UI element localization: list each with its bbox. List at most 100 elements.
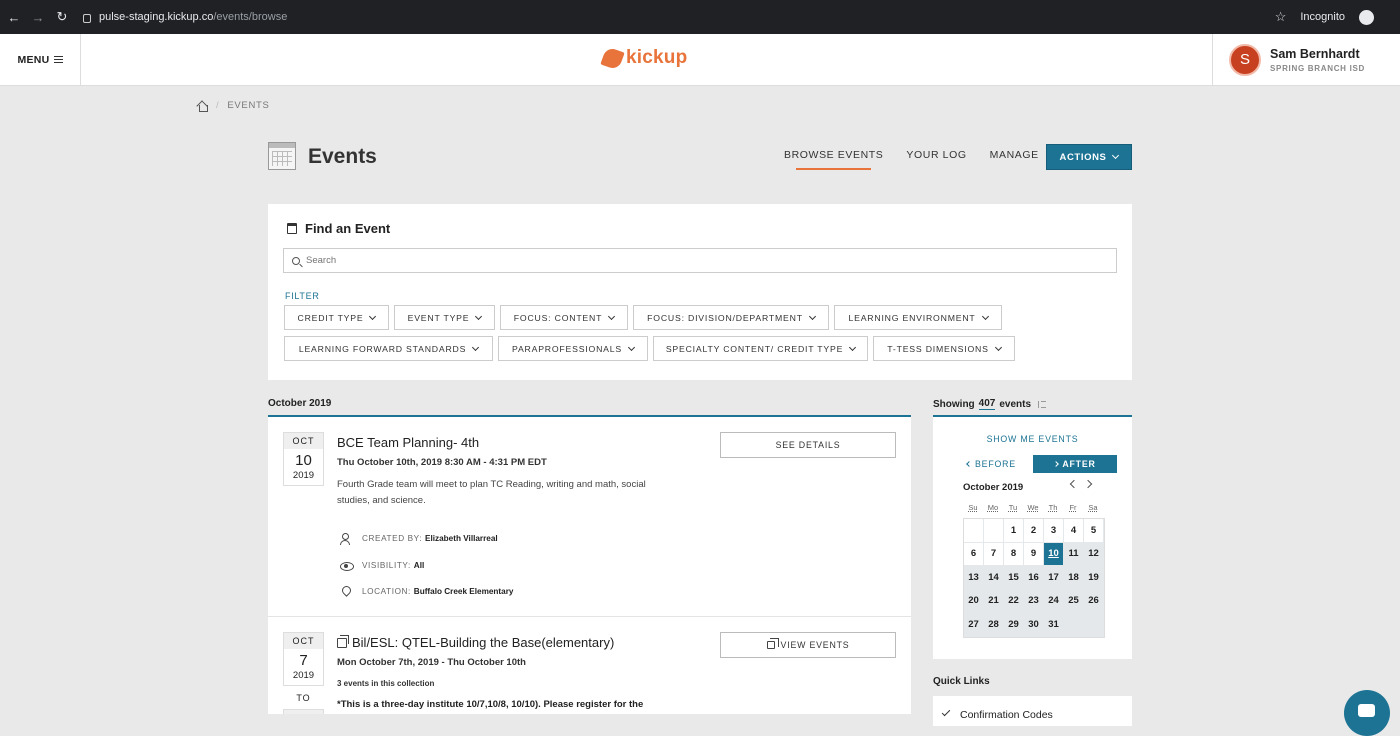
calendar-day[interactable]: 28 (984, 613, 1004, 637)
calendar-day[interactable]: 1 (1004, 519, 1024, 543)
filter-event-type[interactable]: EVENT TYPE (394, 305, 495, 330)
sort-icon[interactable] (1038, 400, 1047, 408)
filter-focus-content[interactable]: FOCUS: CONTENT (500, 305, 628, 330)
breadcrumb-separator: / (216, 100, 220, 111)
search-input[interactable] (306, 255, 1086, 266)
chevron-down-icon (849, 343, 857, 351)
event-title-text: Bil/ESL: QTEL-Building the Base(elementa… (352, 635, 615, 650)
calendar-day[interactable]: 31 (1044, 613, 1064, 637)
calendar-day[interactable]: 12 (1084, 542, 1104, 566)
filter-label-text: LEARNING FORWARD STANDARDS (298, 343, 467, 354)
search-icon (292, 256, 300, 265)
event-time: Thu October 10th, 2019 8:30 AM - 4:31 PM… (337, 457, 547, 468)
calendar-day[interactable]: 30 (1024, 613, 1044, 637)
filter-paraprofessionals[interactable]: PARAPROFESSIONALS (498, 336, 648, 361)
chevron-down-icon (808, 312, 816, 320)
filter-specialty-content[interactable]: SPECIALTY CONTENT/ CREDIT TYPE (653, 336, 868, 361)
tab-browse-events[interactable]: BROWSE EVENTS (784, 149, 883, 170)
quick-link-item[interactable]: Confirmation Codes (933, 696, 1132, 726)
incognito-icon[interactable] (1359, 9, 1374, 25)
calendar-day[interactable]: 8 (1004, 542, 1024, 566)
calendar-day[interactable]: 5 (1084, 519, 1104, 543)
hamburger-icon (53, 56, 63, 63)
showing-count: Showing 407 events (933, 398, 1047, 410)
see-details-label: SEE DETAILS (775, 440, 841, 450)
filter-label-text: LEARNING ENVIRONMENT (848, 312, 976, 323)
calendar-next-icon[interactable] (1083, 479, 1093, 489)
calendar-day[interactable]: 3 (1044, 519, 1064, 543)
chevron-down-icon (981, 312, 989, 320)
chevron-down-icon (994, 343, 1002, 351)
calendar-day[interactable]: 11 (1064, 542, 1084, 566)
event-list: OCT 10 2019 BCE Team Planning- 4th Thu O… (268, 417, 911, 714)
user-menu[interactable]: S Sam Bernhardt SPRING BRANCH ISD (1212, 34, 1372, 85)
url-path: /events/browse (213, 11, 288, 23)
filter-row-2: LEARNING FORWARD STANDARDS PARAPROFESSIO… (284, 336, 1015, 361)
filter-learning-environment[interactable]: LEARNING ENVIRONMENT (834, 305, 1002, 330)
calendar-day[interactable]: 26 (1084, 589, 1104, 613)
filter-credit-type[interactable]: CREDIT TYPE (284, 305, 389, 330)
after-toggle[interactable]: AFTER (1033, 455, 1117, 473)
reload-icon[interactable]: ↻ (55, 9, 69, 25)
address-bar[interactable]: pulse-staging.kickup.co/events/browse (83, 11, 287, 23)
see-details-button[interactable]: SEE DETAILS (720, 432, 896, 458)
calendar-day[interactable]: 13 (964, 566, 984, 590)
location-pin-icon (340, 586, 352, 597)
chat-widget-button[interactable] (1344, 690, 1390, 736)
event-description: *This is a three-day institute 10/7,10/8… (337, 699, 644, 710)
event-title[interactable]: BCE Team Planning- 4th (337, 435, 479, 450)
chevron-down-icon (1112, 151, 1120, 160)
bookmark-star-icon[interactable]: ☆ (1275, 9, 1287, 25)
list-month-label: October 2019 (268, 398, 332, 409)
calendar-day[interactable]: 2 (1024, 519, 1044, 543)
calendar-day[interactable]: 21 (984, 589, 1004, 613)
calendar-day[interactable]: 6 (964, 542, 984, 566)
filter-t-tess-dimensions[interactable]: T-TESS DIMENSIONS (873, 336, 1015, 361)
user-org: SPRING BRANCH ISD (1270, 63, 1366, 73)
calendar-day[interactable]: 15 (1004, 566, 1024, 590)
actions-button[interactable]: ACTIONS (1046, 144, 1132, 170)
calendar-day[interactable]: 7 (984, 542, 1004, 566)
calendar-day[interactable]: 10 (1044, 542, 1064, 566)
calendar-day[interactable]: 24 (1044, 589, 1064, 613)
filter-learning-forward-standards[interactable]: LEARNING FORWARD STANDARDS (284, 336, 493, 361)
calendar-day[interactable]: 22 (1004, 589, 1024, 613)
tab-manage[interactable]: MANAGE (990, 149, 1039, 167)
calendar-day[interactable]: 16 (1024, 566, 1044, 590)
find-event-heading: Find an Event (287, 221, 390, 236)
weekday-label: Th (1048, 503, 1058, 512)
calendar-nav (1069, 479, 1093, 489)
filter-label-text: T-TESS DIMENSIONS (887, 343, 989, 354)
calendar-day[interactable]: 17 (1044, 566, 1064, 590)
back-icon[interactable]: ← (7, 10, 21, 25)
calendar-day[interactable]: 25 (1064, 589, 1084, 613)
calendar-day[interactable]: 4 (1064, 519, 1084, 543)
before-toggle[interactable]: BEFORE (965, 455, 1022, 473)
calendar-day[interactable]: 9 (1024, 542, 1044, 566)
filter-focus-division[interactable]: FOCUS: DIVISION/DEPARTMENT (633, 305, 829, 330)
user-name: Sam Bernhardt (1270, 46, 1360, 61)
calendar-day[interactable]: 23 (1024, 589, 1044, 613)
calendar-day[interactable]: 14 (984, 566, 1004, 590)
calendar-day[interactable]: 20 (964, 589, 984, 613)
showing-prefix: Showing (933, 398, 975, 410)
forward-icon[interactable]: → (31, 10, 45, 25)
calendar-day[interactable]: 29 (1004, 613, 1024, 637)
filter-label-text: SPECIALTY CONTENT/ CREDIT TYPE (665, 343, 844, 354)
calendar-day[interactable]: 18 (1064, 566, 1084, 590)
filter-row-1: CREDIT TYPE EVENT TYPE FOCUS: CONTENT FO… (284, 305, 1002, 330)
view-events-button[interactable]: VIEW EVENTS (720, 632, 896, 658)
calendar-prev-icon[interactable] (1069, 479, 1079, 489)
kickup-logo[interactable]: kickup (600, 45, 687, 71)
event-title[interactable]: Bil/ESL: QTEL-Building the Base(elementa… (337, 634, 615, 650)
tab-your-log[interactable]: YOUR LOG (906, 149, 966, 167)
events-calendar-icon (268, 142, 296, 170)
actions-label: ACTIONS (1059, 151, 1107, 163)
home-icon[interactable] (197, 101, 208, 112)
menu-button[interactable]: MENU (0, 34, 81, 85)
event-day: 7 (299, 652, 308, 669)
calendar-day[interactable]: 27 (964, 613, 984, 637)
calendar-empty-cell (984, 519, 1004, 543)
before-label: BEFORE (975, 459, 1016, 469)
calendar-day[interactable]: 19 (1084, 566, 1104, 590)
